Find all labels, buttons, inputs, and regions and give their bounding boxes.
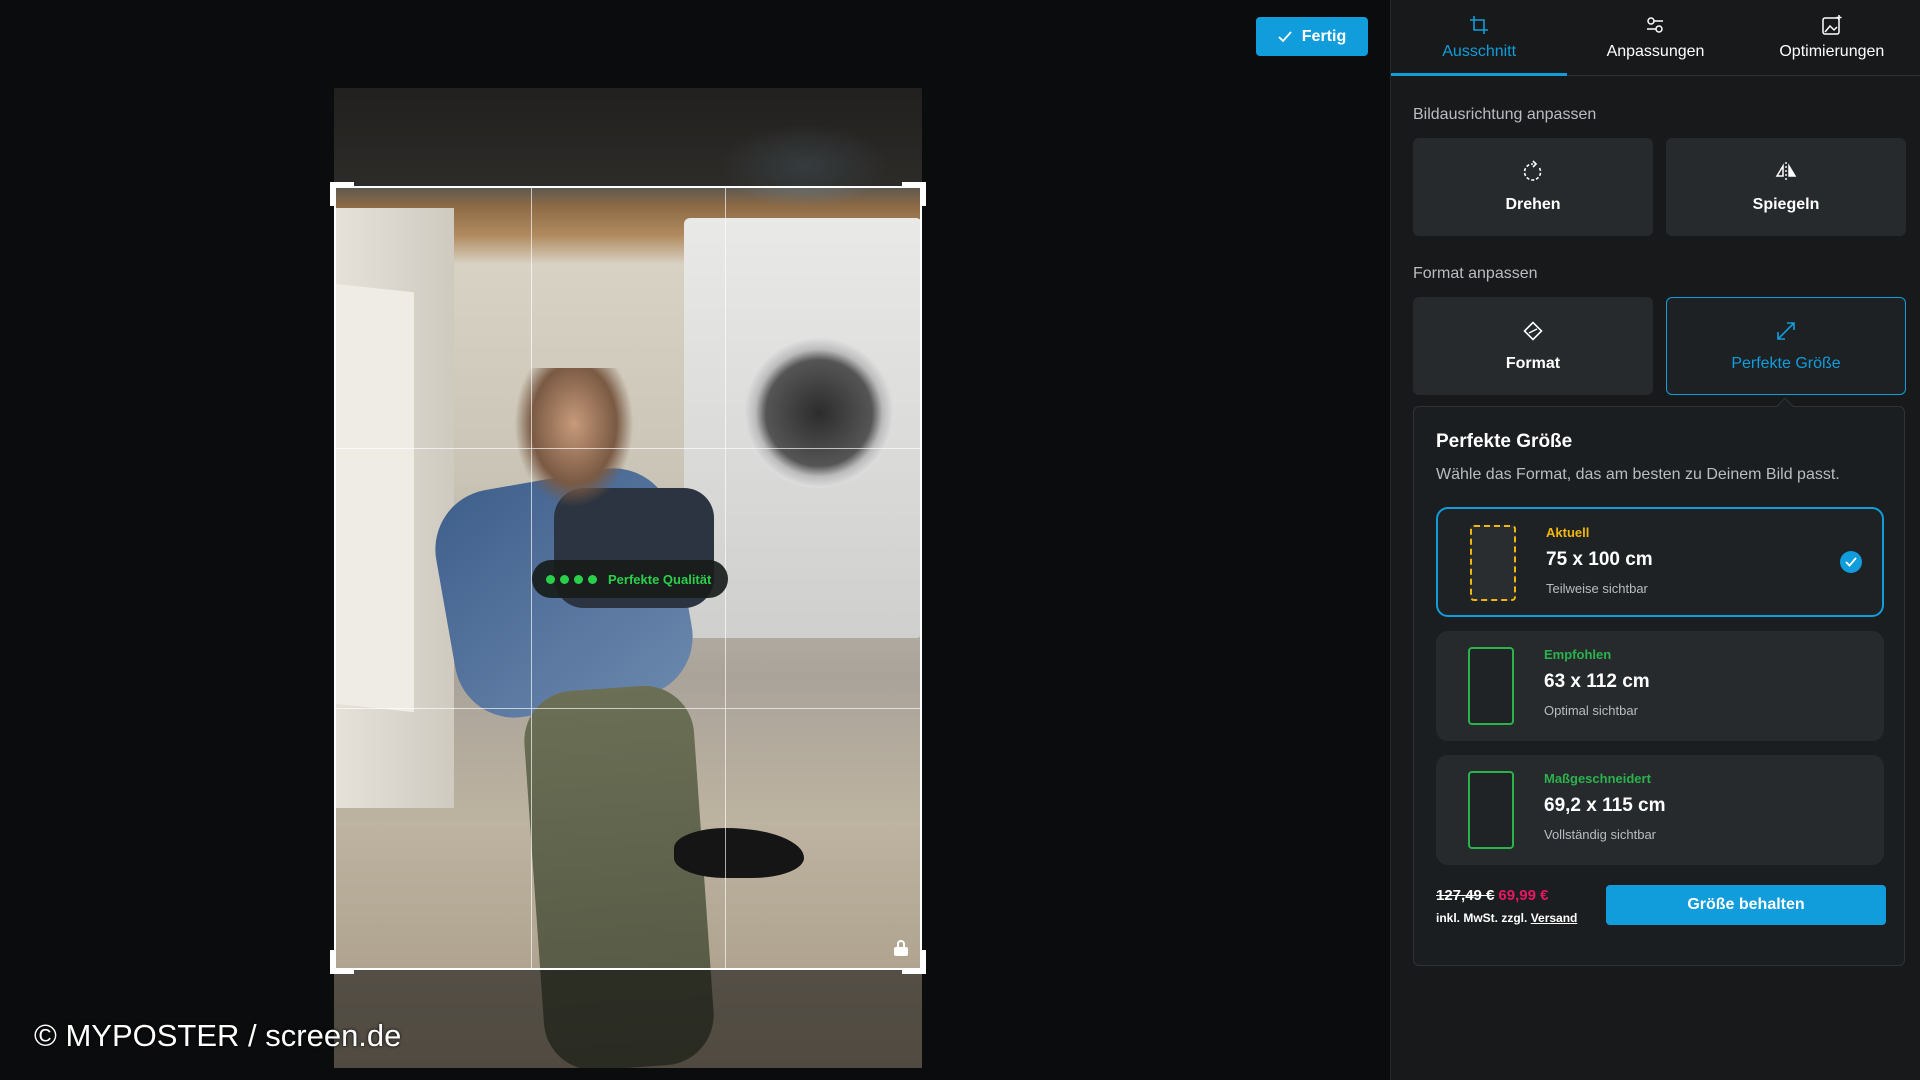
option-note: Teilweise sichtbar bbox=[1546, 581, 1648, 596]
quality-dot bbox=[546, 574, 555, 584]
format-label: Format bbox=[1505, 355, 1561, 372]
size-option-custom[interactable]: Maßgeschneidert 69,2 x 115 cm Vollständi… bbox=[1436, 755, 1884, 865]
popover-subtitle: Wähle das Format, das am besten zu Deine… bbox=[1436, 466, 1840, 483]
crop-frame[interactable]: Perfekte Qualität bbox=[330, 182, 926, 974]
done-button-label: Fertig bbox=[1301, 27, 1347, 45]
crop-dim-bottom bbox=[334, 970, 922, 1068]
rotate-button[interactable]: Drehen bbox=[1413, 138, 1653, 236]
size-thumb bbox=[1470, 525, 1516, 601]
quality-dot bbox=[588, 574, 597, 584]
quality-dot bbox=[574, 574, 583, 584]
format-heading: Format anpassen bbox=[1413, 265, 1538, 282]
option-note: Vollständig sichtbar bbox=[1544, 827, 1657, 842]
price-old: 127,49 € bbox=[1436, 887, 1495, 904]
price-new: 69,99 € bbox=[1498, 887, 1549, 904]
format-button[interactable]: Format bbox=[1413, 297, 1653, 395]
keep-size-button[interactable]: Größe behalten bbox=[1606, 885, 1886, 925]
resize-arrow-icon bbox=[1777, 322, 1795, 340]
shipping-link[interactable]: Versand bbox=[1531, 911, 1578, 925]
size-thumb bbox=[1468, 771, 1514, 849]
rotate-icon bbox=[1523, 160, 1542, 181]
size-option-recommended[interactable]: Empfohlen 63 x 112 cm Optimal sichtbar bbox=[1436, 631, 1884, 741]
tab-label: Anpassungen bbox=[1606, 43, 1705, 60]
tab-bar: Ausschnitt Anpassungen Optimierungen bbox=[1391, 0, 1920, 76]
orientation-heading: Bildausrichtung anpassen bbox=[1413, 106, 1597, 123]
grid-line bbox=[336, 447, 920, 449]
option-tag: Aktuell bbox=[1546, 525, 1590, 540]
image-magic-icon bbox=[1822, 15, 1842, 35]
tab-label: Optimierungen bbox=[1779, 43, 1885, 60]
tab-anpassungen[interactable]: Anpassungen bbox=[1567, 0, 1743, 75]
quality-label: Perfekte Qualität bbox=[608, 571, 712, 587]
perfect-size-popover: Perfekte Größe Wähle das Format, das am … bbox=[1413, 397, 1905, 966]
option-tag: Empfohlen bbox=[1544, 647, 1612, 662]
grid-line bbox=[336, 707, 920, 709]
tax-note: inkl. MwSt. zzgl. Versand bbox=[1436, 911, 1577, 925]
perfect-size-button[interactable]: Perfekte Größe bbox=[1666, 297, 1906, 395]
tab-optimierungen[interactable]: Optimierungen bbox=[1744, 0, 1920, 75]
size-thumb bbox=[1468, 647, 1514, 725]
editor-stage: Perfekte Qualität © MYPOSTER / screen.de… bbox=[0, 0, 1390, 1080]
mirror-button[interactable]: Spiegeln bbox=[1666, 138, 1906, 236]
crop-handle-bottom-left[interactable] bbox=[330, 950, 354, 974]
option-size: 69,2 x 115 cm bbox=[1544, 795, 1666, 816]
quality-badge: Perfekte Qualität bbox=[532, 560, 728, 598]
quality-dot bbox=[560, 574, 569, 584]
option-tag: Maßgeschneidert bbox=[1544, 771, 1651, 786]
mirror-label: Spiegeln bbox=[1752, 196, 1820, 213]
format-icon bbox=[1523, 321, 1543, 341]
popover-title: Perfekte Größe bbox=[1436, 431, 1573, 452]
price: 127,49 €69,99 € bbox=[1436, 887, 1548, 905]
tax-text: inkl. MwSt. zzgl. bbox=[1436, 911, 1528, 925]
option-note: Optimal sichtbar bbox=[1544, 703, 1638, 718]
size-option-current[interactable]: Aktuell 75 x 100 cm Teilweise sichtbar bbox=[1436, 507, 1884, 617]
settings-panel: Ausschnitt Anpassungen Optimierungen Bil… bbox=[1390, 0, 1920, 1080]
crop-handle-top-right[interactable] bbox=[902, 182, 926, 206]
option-size: 75 x 100 cm bbox=[1546, 549, 1653, 570]
watermark: © MYPOSTER / screen.de bbox=[34, 1018, 402, 1053]
perfect-size-label: Perfekte Größe bbox=[1731, 355, 1841, 372]
rotate-label: Drehen bbox=[1505, 196, 1561, 213]
mirror-icon bbox=[1775, 162, 1797, 182]
lock-icon[interactable] bbox=[894, 940, 908, 956]
option-size: 63 x 112 cm bbox=[1544, 671, 1650, 692]
crop-icon bbox=[1470, 16, 1489, 34]
sliders-icon bbox=[1647, 17, 1664, 33]
done-button[interactable]: Fertig bbox=[1256, 17, 1368, 56]
selected-check-icon bbox=[1840, 551, 1862, 573]
tab-ausschnitt[interactable]: Ausschnitt bbox=[1391, 0, 1568, 76]
tab-label: Ausschnitt bbox=[1442, 43, 1517, 60]
popover-arrow bbox=[1776, 397, 1794, 415]
check-icon bbox=[1278, 30, 1292, 42]
crop-handle-top-left[interactable] bbox=[330, 182, 354, 206]
crop-dim-top bbox=[334, 88, 922, 186]
